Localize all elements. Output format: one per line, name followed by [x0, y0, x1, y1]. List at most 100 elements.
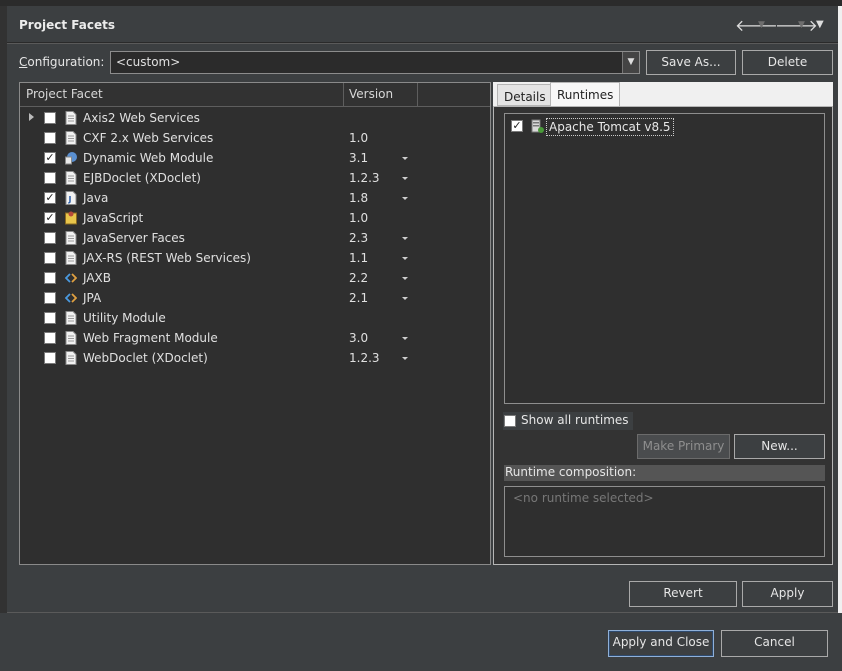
- table-row[interactable]: Axis2 Web Services: [20, 109, 490, 129]
- version-dropdown-icon[interactable]: [402, 157, 408, 160]
- facet-checkbox[interactable]: [44, 172, 56, 184]
- facet-checkbox[interactable]: [44, 272, 56, 284]
- runtimes-list: ✓ Apache Tomcat v8.5: [504, 113, 825, 404]
- facet-checkbox[interactable]: [44, 232, 56, 244]
- runtime-composition-empty: <no runtime selected>: [513, 491, 654, 505]
- apply-button[interactable]: Apply: [742, 581, 833, 607]
- configuration-select[interactable]: <custom> ▼: [110, 51, 640, 74]
- runtimes-tab-body: ✓ Apache Tomcat v8.5 Show all runtimes M…: [493, 106, 833, 565]
- page-icon: [65, 331, 77, 345]
- version-dropdown-icon[interactable]: [402, 277, 408, 280]
- column-header-facet[interactable]: Project Facet: [26, 87, 103, 101]
- version-dropdown-icon[interactable]: [402, 177, 408, 180]
- window-left-edge: [0, 6, 7, 613]
- facet-version[interactable]: 1.8: [349, 191, 368, 205]
- table-row[interactable]: JPA 2.1: [20, 289, 490, 309]
- facet-version[interactable]: 3.1: [349, 151, 368, 165]
- facet-version[interactable]: 1.2.3: [349, 171, 380, 185]
- facet-name: Dynamic Web Module: [83, 151, 214, 165]
- facet-name: JAX-RS (REST Web Services): [83, 251, 251, 265]
- facet-name: EJBDoclet (XDoclet): [83, 171, 201, 185]
- forward-menu-icon[interactable]: ▼: [798, 20, 805, 30]
- save-as-button[interactable]: Save As...: [646, 50, 736, 75]
- chevron-down-icon[interactable]: ▼: [622, 52, 639, 73]
- show-all-runtimes-checkbox[interactable]: Show all runtimes: [503, 412, 633, 430]
- table-row[interactable]: JAXB 2.2: [20, 269, 490, 289]
- facet-version[interactable]: 2.3: [349, 231, 368, 245]
- column-divider[interactable]: [417, 83, 418, 107]
- xml-icon: [64, 291, 78, 305]
- runtime-checkbox[interactable]: ✓: [511, 120, 523, 132]
- javascript-icon: [65, 211, 77, 225]
- facet-checkbox[interactable]: [44, 312, 56, 324]
- version-dropdown-icon[interactable]: [402, 357, 408, 360]
- facet-checkbox[interactable]: [44, 112, 56, 124]
- facet-name: Utility Module: [83, 311, 166, 325]
- apply-and-close-button[interactable]: Apply and Close: [608, 630, 714, 657]
- revert-button[interactable]: Revert: [629, 581, 737, 607]
- facet-version: 1.0: [349, 131, 369, 145]
- facet-checkbox[interactable]: [44, 352, 56, 364]
- facet-checkbox[interactable]: [44, 332, 56, 344]
- table-row[interactable]: ✓ Dynamic Web Module 3.1: [20, 149, 490, 169]
- list-item[interactable]: ✓ Apache Tomcat v8.5: [511, 118, 831, 136]
- facet-table-header: Project Facet Version: [20, 83, 490, 107]
- facet-version[interactable]: 1.2.3: [349, 351, 380, 365]
- runtime-label: Apache Tomcat v8.5: [546, 118, 674, 136]
- facet-checkbox[interactable]: [44, 252, 56, 264]
- facet-checkbox[interactable]: [44, 292, 56, 304]
- configuration-label: Configuration:: [19, 55, 105, 69]
- server-icon: [531, 119, 544, 133]
- facet-name: JavaScript: [83, 211, 144, 225]
- table-row[interactable]: ✓ JavaScript 1.0: [20, 209, 490, 229]
- facet-checkbox[interactable]: [44, 132, 56, 144]
- facet-checkbox[interactable]: ✓: [44, 212, 56, 224]
- facet-version[interactable]: 2.2: [349, 271, 368, 285]
- version-dropdown-icon[interactable]: [402, 237, 408, 240]
- new-runtime-button[interactable]: New...: [734, 434, 825, 459]
- page-icon: [65, 311, 77, 325]
- table-row[interactable]: EJBDoclet (XDoclet) 1.2.3: [20, 169, 490, 189]
- tab-details[interactable]: Details: [497, 84, 553, 106]
- table-row[interactable]: Web Fragment Module 3.0: [20, 329, 490, 349]
- table-row[interactable]: JAX-RS (REST Web Services) 1.1: [20, 249, 490, 269]
- table-row[interactable]: ✓ J Java 1.8: [20, 189, 490, 209]
- back-arrow-icon[interactable]: 🡐: [735, 15, 778, 35]
- facet-name: Axis2 Web Services: [83, 111, 200, 125]
- table-row[interactable]: JavaServer Faces 2.3: [20, 229, 490, 249]
- version-dropdown-icon[interactable]: [402, 337, 408, 340]
- version-dropdown-icon[interactable]: [402, 197, 408, 200]
- page-title-bar: Project Facets 🡐 ▼ 🡒 ▼ ▼: [7, 6, 838, 43]
- tab-runtimes[interactable]: Runtimes: [550, 82, 621, 106]
- delete-button[interactable]: Delete: [742, 50, 833, 75]
- forward-arrow-icon[interactable]: 🡒: [775, 15, 818, 35]
- facet-checkbox[interactable]: ✓: [44, 152, 56, 164]
- view-menu-icon[interactable]: ▼: [816, 19, 824, 30]
- table-row[interactable]: Utility Module: [20, 309, 490, 329]
- column-header-version[interactable]: Version: [349, 87, 393, 101]
- facet-version[interactable]: 3.0: [349, 331, 368, 345]
- runtime-composition-label: Runtime composition:: [504, 465, 825, 481]
- table-row[interactable]: WebDoclet (XDoclet) 1.2.3: [20, 349, 490, 369]
- version-dropdown-icon[interactable]: [402, 257, 408, 260]
- facet-name: JavaServer Faces: [83, 231, 185, 245]
- page-icon: [65, 111, 77, 125]
- show-all-checkbox-box[interactable]: [504, 415, 516, 427]
- xml-icon: [64, 271, 78, 285]
- expand-arrow-icon[interactable]: [29, 113, 34, 121]
- facet-version[interactable]: 1.1: [349, 251, 368, 265]
- column-divider[interactable]: [343, 83, 344, 107]
- facet-table: Project Facet Version Axis2 Web Services…: [19, 82, 491, 565]
- make-primary-button[interactable]: Make Primary: [637, 434, 730, 459]
- window-right-edge: [838, 6, 842, 613]
- cancel-button[interactable]: Cancel: [721, 630, 828, 657]
- dialog-button-divider: [7, 612, 838, 613]
- facet-checkbox[interactable]: ✓: [44, 192, 56, 204]
- table-row[interactable]: CXF 2.x Web Services 1.0: [20, 129, 490, 149]
- tabs-panel: Details Runtimes ✓ Apache Tomcat v8.5 Sh…: [493, 82, 833, 565]
- version-dropdown-icon[interactable]: [402, 297, 408, 300]
- show-all-label: Show all runtimes: [521, 413, 629, 427]
- facet-version[interactable]: 2.1: [349, 291, 368, 305]
- facet-name: Java: [83, 191, 109, 205]
- back-menu-icon[interactable]: ▼: [758, 20, 765, 30]
